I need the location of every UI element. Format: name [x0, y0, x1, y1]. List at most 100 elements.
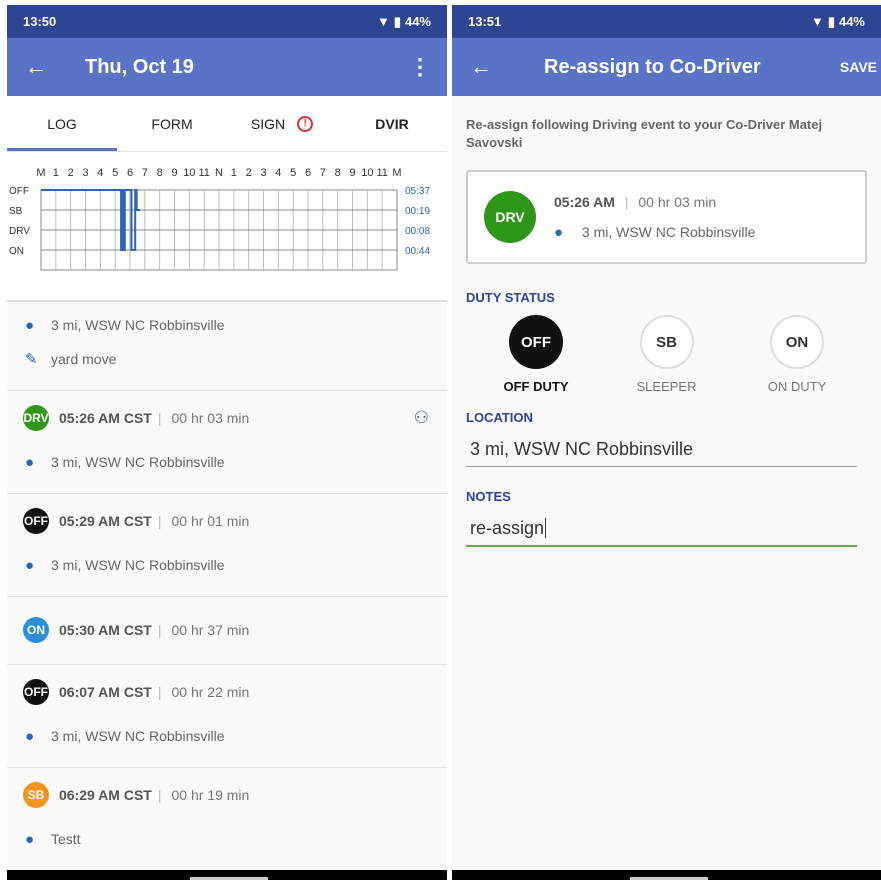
pencil-icon: ✎: [25, 351, 38, 368]
row-label: ON: [9, 246, 24, 257]
tab-form[interactable]: FORM: [117, 96, 227, 151]
note-text: yard move: [51, 351, 117, 367]
battery-level: 44%: [838, 14, 865, 29]
tab-dvir[interactable]: DVIR: [337, 96, 447, 151]
status-bar: 13:50 ▼ ▮ 44%: [7, 5, 447, 38]
hour-tick-label: 11: [376, 167, 387, 179]
event-time: 05:30 AM CST: [59, 622, 152, 638]
location-text: Testt: [51, 831, 81, 847]
tab-log[interactable]: LOG: [7, 96, 117, 151]
hour-tick-label: 5: [290, 167, 296, 179]
status-badge: DRV: [23, 405, 49, 431]
event-row[interactable]: OFF 05:29 AM CST | 00 hr 01 min ● 3 mi, …: [7, 494, 447, 597]
row-total: 00:19: [405, 206, 430, 217]
status-badge: OFF: [23, 508, 49, 534]
event-time: 06:29 AM CST: [59, 787, 152, 803]
duty-option-sb[interactable]: SB SLEEPER: [627, 315, 707, 394]
reassign-description: Re-assign following Driving event to you…: [466, 117, 823, 150]
duty-option-label: SLEEPER: [636, 379, 697, 394]
page-title: Re-assign to Co-Driver: [544, 55, 761, 78]
save-button[interactable]: SAVE: [840, 59, 877, 75]
location-pin-icon: ●: [25, 727, 35, 745]
event-row[interactable]: DRV 05:26 AM CST | 00 hr 03 min ⚇ ● 3 mi…: [7, 391, 447, 494]
page-title: Thu, Oct 19: [85, 55, 194, 78]
hour-tick-label: 7: [142, 167, 148, 179]
hour-tick-label: 10: [361, 167, 373, 179]
battery-level: 44%: [404, 14, 431, 29]
alert-icon: !: [297, 115, 314, 132]
duty-option-label: OFF DUTY: [503, 379, 569, 394]
event-duration: 00 hr 37 min: [171, 622, 250, 638]
location-field[interactable]: 3 mi, WSW NC Robbinsville: [466, 425, 857, 467]
top-info-block: ● 3 mi, WSW NC Robbinsville ✎ yard move: [7, 308, 447, 391]
text-cursor: [545, 518, 547, 538]
hour-tick-label: M: [36, 167, 45, 179]
row-label: OFF: [9, 186, 29, 197]
battery-icon: ▮: [827, 13, 835, 29]
hour-tick-label: 2: [246, 167, 252, 179]
system-nav-bar: [7, 870, 447, 880]
status-badge: SB: [23, 782, 49, 808]
hour-tick-label: 4: [275, 167, 281, 179]
hour-tick-label: 1: [53, 167, 59, 179]
hour-tick-label: 4: [97, 167, 103, 179]
duty-status-label: DUTY STATUS: [466, 290, 555, 305]
hour-tick-label: 9: [349, 167, 355, 179]
notes-field[interactable]: re-assign: [466, 504, 857, 547]
duty-option-off[interactable]: OFF OFF DUTY: [496, 315, 576, 394]
duty-option-on[interactable]: ON ON DUTY: [757, 315, 837, 394]
reassign-person-icon[interactable]: ⚇: [414, 408, 429, 428]
nav-handle[interactable]: [190, 877, 268, 880]
status-time: 13:51: [468, 14, 502, 29]
hour-tick-label: 8: [335, 167, 341, 179]
row-label: SB: [9, 206, 23, 217]
location-text: 3 mi, WSW NC Robbinsville: [51, 317, 225, 333]
hour-tick-label: M: [392, 167, 401, 179]
hour-tick-label: 1: [231, 167, 237, 179]
event-row[interactable]: ON 05:30 AM CST | 00 hr 37 min: [7, 597, 447, 665]
hour-tick-label: 3: [82, 167, 88, 179]
wifi-icon: ▼: [376, 14, 390, 29]
more-vert-icon[interactable]: ⋮: [409, 54, 431, 80]
duty-chart: M 1 2 3 4 5 6 7 8 9 10 11 N 1 2 3 4 5 6 7 8 9 10 11 M OFF 05:37 SB 0…: [7, 152, 447, 302]
duty-option-circle: OFF: [509, 315, 563, 369]
battery-icon: ▮: [393, 13, 401, 29]
location-pin-icon: ●: [25, 453, 35, 471]
event-time: 06:07 AM CST: [59, 684, 152, 700]
event-card: DRV 05:26 AM | 00 hr 03 min ● 3 mi, WSW …: [466, 170, 867, 264]
tab-bar: LOG FORM SIGN ! DVIR: [7, 96, 447, 152]
hour-tick-label: 5: [112, 167, 118, 179]
hour-tick-label: 3: [260, 167, 266, 179]
back-arrow-icon[interactable]: ←: [470, 54, 510, 80]
notes-label: NOTES: [466, 489, 511, 504]
nav-handle[interactable]: [630, 877, 708, 880]
tab-sign[interactable]: SIGN !: [227, 96, 337, 151]
status-badge: OFF: [23, 679, 49, 705]
event-time: 05:29 AM CST: [59, 513, 152, 529]
event-duration: 00 hr 03 min: [638, 193, 717, 210]
row-total: 00:44: [405, 246, 430, 257]
event-time: 05:26 AM CST: [59, 410, 152, 426]
event-row[interactable]: OFF 06:07 AM CST | 00 hr 22 min ● 3 mi, …: [7, 665, 447, 768]
hour-tick-label: N: [215, 167, 223, 179]
row-total: 00:08: [405, 226, 430, 237]
location-pin-icon: ●: [25, 316, 35, 334]
status-badge: ON: [23, 617, 49, 643]
location-text: 3 mi, WSW NC Robbinsville: [51, 557, 225, 573]
status-time: 13:50: [23, 14, 57, 29]
row-total: 05:37: [405, 186, 430, 197]
hour-tick-label: 8: [157, 167, 163, 179]
hour-tick-label: 2: [68, 167, 74, 179]
location-pin-icon: ●: [554, 223, 564, 241]
system-nav-bar: [452, 870, 881, 880]
status-badge: DRV: [484, 191, 536, 243]
hour-tick-label: 10: [183, 167, 195, 179]
location-text: 3 mi, WSW NC Robbinsville: [51, 454, 225, 470]
app-bar: ← Re-assign to Co-Driver SAVE: [452, 38, 881, 96]
hour-tick-label: 7: [320, 167, 326, 179]
event-duration: 00 hr 22 min: [171, 684, 250, 700]
location-text: 3 mi, WSW NC Robbinsville: [581, 223, 756, 240]
app-bar: ← Thu, Oct 19 ⋮: [7, 38, 447, 96]
back-arrow-icon[interactable]: ←: [25, 54, 65, 80]
event-row[interactable]: SB 06:29 AM CST | 00 hr 19 min ● Testt: [7, 768, 447, 871]
